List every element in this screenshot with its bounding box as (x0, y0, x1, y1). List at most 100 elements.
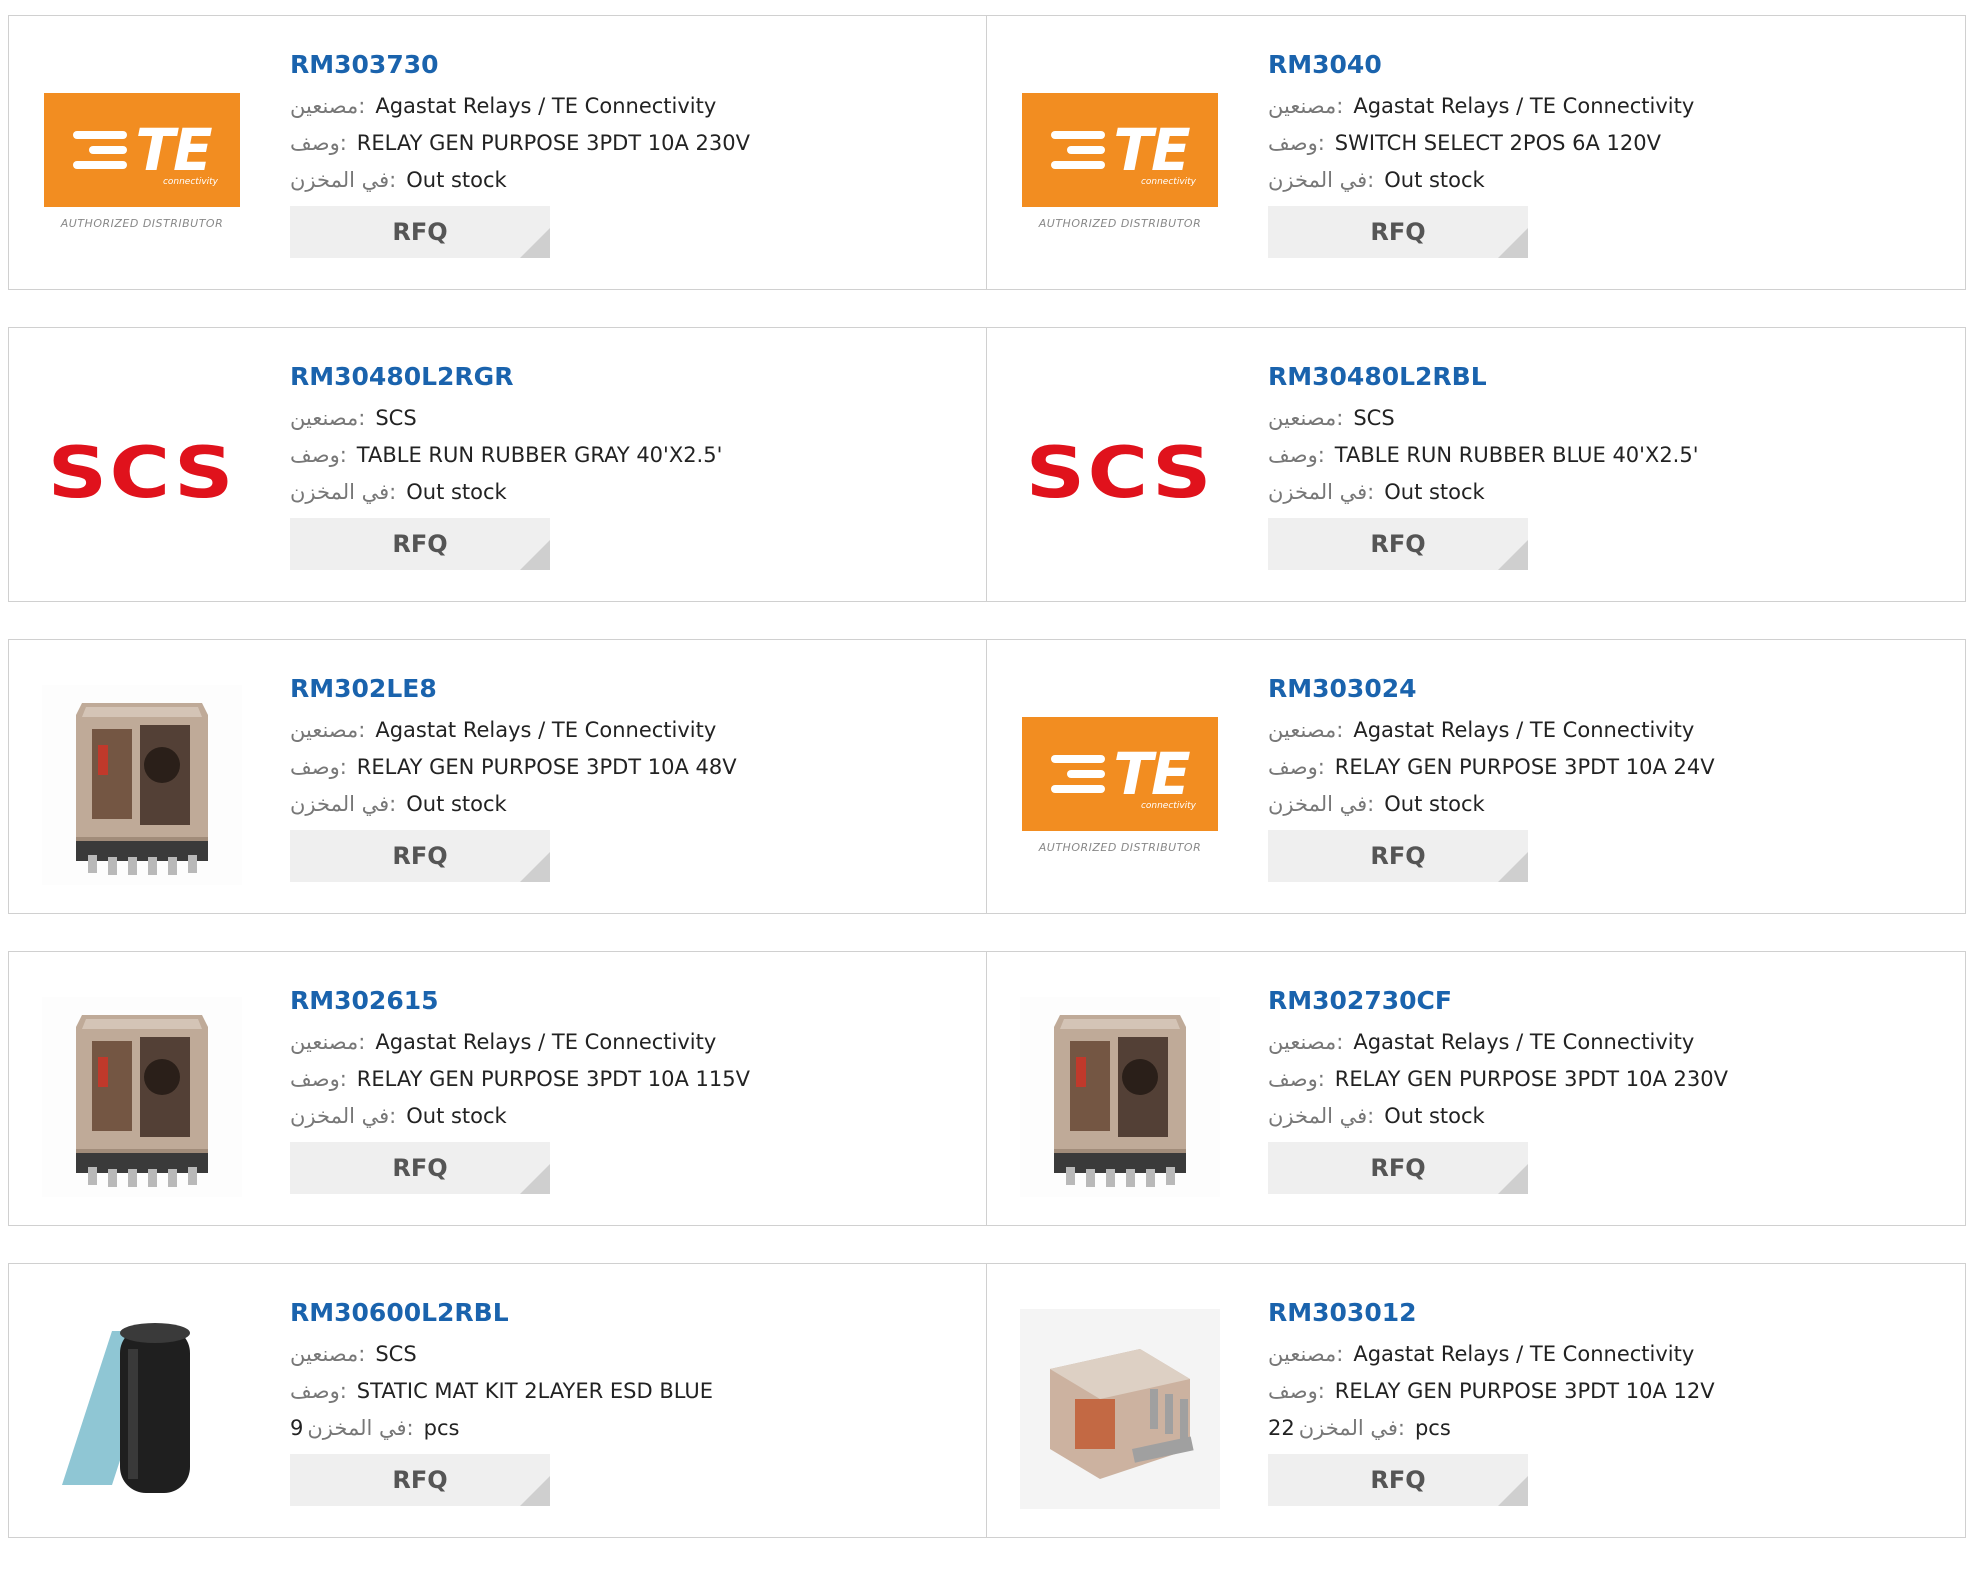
description: وصف: RELAY GEN PURPOSE 3PDT 10A 230V (290, 125, 950, 162)
corner-fold-icon (520, 1164, 550, 1194)
rfq-label: RFQ (392, 530, 448, 558)
description-value: SWITCH SELECT 2POS 6A 120V (1334, 131, 1661, 155)
corner-fold-icon (1498, 852, 1528, 882)
manufacturer-value: Agastat Relays / TE Connectivity (375, 1030, 717, 1054)
product-row: SCS RM30480L2RGR مصنعين: SCS وصف: TABLE RUN … (8, 327, 1966, 602)
manufacturer-value: SCS (375, 406, 417, 430)
stock-label: في المخزن: (1268, 480, 1375, 504)
rfq-button[interactable]: RFQ (290, 518, 550, 570)
product-info: RM303730 مصنعين: Agastat Relays / TE Conne… (290, 42, 950, 258)
product-card: RM302LE8 مصنعين: Agastat Relays / TE Conne… (8, 639, 987, 914)
product-card: TE connectivity AUTHORIZED DISTRIBUTOR R… (987, 639, 1966, 914)
part-number-link[interactable]: RM303730 (290, 42, 950, 88)
stock: في المخزن: Out stock (290, 1098, 950, 1135)
rfq-label: RFQ (1370, 1154, 1426, 1182)
manufacturer-value: Agastat Relays / TE Connectivity (1353, 718, 1695, 742)
product-info: RM303012 مصنعين: Agastat Relays / TE Conne… (1268, 1290, 1928, 1506)
stock: في المخزن: Out stock (290, 474, 950, 511)
rfq-button[interactable]: RFQ (1268, 1142, 1528, 1194)
stock-label: في المخزن: (1268, 1104, 1375, 1128)
rfq-button[interactable]: RFQ (290, 1454, 550, 1506)
part-number-link[interactable]: RM302LE8 (290, 666, 950, 712)
part-number-link[interactable]: RM303024 (1268, 666, 1928, 712)
part-number-link[interactable]: RM3040 (1268, 42, 1928, 88)
part-number-link[interactable]: RM30600L2RBL (290, 1290, 950, 1336)
manufacturer: مصنعين: Agastat Relays / TE Connectivity (290, 712, 950, 749)
product-image[interactable]: TE connectivity AUTHORIZED DISTRIBUTOR (1020, 685, 1220, 885)
relay-photo (1020, 997, 1220, 1197)
stock: 22 في المخزن: pcs (1268, 1410, 1928, 1447)
part-number-link[interactable]: RM30480L2RGR (290, 354, 950, 400)
description-label: وصف: (1268, 1067, 1325, 1091)
rfq-button[interactable]: RFQ (1268, 830, 1528, 882)
product-image[interactable]: SCS (42, 373, 242, 573)
product-card: TE connectivity AUTHORIZED DISTRIBUTOR R… (8, 15, 987, 290)
product-image[interactable] (42, 997, 242, 1197)
description: وصف: RELAY GEN PURPOSE 3PDT 10A 12V (1268, 1373, 1928, 1410)
description-value: RELAY GEN PURPOSE 3PDT 10A 115V (356, 1067, 751, 1091)
description-label: وصف: (290, 1379, 347, 1403)
corner-fold-icon (520, 1476, 550, 1506)
description-label: وصف: (290, 131, 347, 155)
manufacturer: مصنعين: SCS (290, 1336, 950, 1373)
part-number-link[interactable]: RM30480L2RBL (1268, 354, 1928, 400)
stock-value: Out stock (406, 480, 507, 504)
manufacturer-label: مصنعين: (1268, 718, 1344, 742)
stock-unit: pcs (423, 1416, 460, 1440)
product-image[interactable] (1020, 997, 1220, 1197)
product-image[interactable] (42, 685, 242, 885)
part-number-link[interactable]: RM303012 (1268, 1290, 1928, 1336)
product-info: RM30600L2RBL مصنعين: SCS وصف: STATIC MAT KIT… (290, 1290, 950, 1506)
product-row: RM30600L2RBL مصنعين: SCS وصف: STATIC MAT KIT… (8, 1263, 1966, 1538)
rfq-button[interactable]: RFQ (1268, 1454, 1528, 1506)
stock-label: في المخزن: (290, 792, 397, 816)
stock-label: في المخزن: (290, 168, 397, 192)
part-number-link[interactable]: RM302615 (290, 978, 950, 1024)
rfq-button[interactable]: RFQ (1268, 206, 1528, 258)
manufacturer-value: SCS (1353, 406, 1395, 430)
product-row: RM302615 مصنعين: Agastat Relays / TE Conne… (8, 951, 1966, 1226)
product-info: RM30480L2RBL مصنعين: SCS وصف: TABLE RUN RUBB… (1268, 354, 1928, 570)
stock: في المخزن: Out stock (290, 786, 950, 823)
manufacturer-label: مصنعين: (1268, 1030, 1344, 1054)
manufacturer: مصنعين: Agastat Relays / TE Connectivity (1268, 1024, 1928, 1061)
rfq-button[interactable]: RFQ (290, 206, 550, 258)
description: وصف: RELAY GEN PURPOSE 3PDT 10A 24V (1268, 749, 1928, 786)
mat-roll-photo (42, 1309, 242, 1509)
description: وصف: RELAY GEN PURPOSE 3PDT 10A 230V (1268, 1061, 1928, 1098)
relay-photo (42, 997, 242, 1197)
scs-logo: SCS (47, 432, 237, 514)
description-label: وصف: (1268, 131, 1325, 155)
product-image[interactable]: TE connectivity AUTHORIZED DISTRIBUTOR (1020, 61, 1220, 261)
manufacturer-value: Agastat Relays / TE Connectivity (375, 94, 717, 118)
product-image[interactable] (42, 1309, 242, 1509)
stock: في المخزن: Out stock (1268, 474, 1928, 511)
rfq-button[interactable]: RFQ (290, 830, 550, 882)
manufacturer-value: Agastat Relays / TE Connectivity (1353, 1030, 1695, 1054)
rfq-label: RFQ (392, 218, 448, 246)
manufacturer-label: مصنعين: (290, 1342, 366, 1366)
description: وصف: RELAY GEN PURPOSE 3PDT 10A 115V (290, 1061, 950, 1098)
manufacturer: مصنعين: Agastat Relays / TE Connectivity (290, 1024, 950, 1061)
part-number-link[interactable]: RM302730CF (1268, 978, 1928, 1024)
stock-label: في المخزن: (290, 1104, 397, 1128)
product-card: RM30600L2RBL مصنعين: SCS وصف: STATIC MAT KIT… (8, 1263, 987, 1538)
rfq-label: RFQ (1370, 218, 1426, 246)
rfq-label: RFQ (392, 1154, 448, 1182)
corner-fold-icon (520, 852, 550, 882)
product-image[interactable]: SCS (1020, 373, 1220, 573)
product-row: TE connectivity AUTHORIZED DISTRIBUTOR R… (8, 15, 1966, 290)
corner-fold-icon (1498, 1476, 1528, 1506)
rfq-button[interactable]: RFQ (290, 1142, 550, 1194)
stock-label: في المخزن: (1298, 1416, 1405, 1440)
product-image[interactable]: TE connectivity AUTHORIZED DISTRIBUTOR (42, 61, 242, 261)
product-info: RM3040 مصنعين: Agastat Relays / TE Connect… (1268, 42, 1928, 258)
corner-fold-icon (1498, 1164, 1528, 1194)
product-image[interactable] (1020, 1309, 1220, 1509)
rfq-button[interactable]: RFQ (1268, 518, 1528, 570)
manufacturer: مصنعين: Agastat Relays / TE Connectivity (1268, 88, 1928, 125)
product-info: RM30480L2RGR مصنعين: SCS وصف: TABLE RUN RUBB… (290, 354, 950, 570)
corner-fold-icon (1498, 540, 1528, 570)
manufacturer: مصنعين: Agastat Relays / TE Connectivity (290, 88, 950, 125)
product-card: RM302615 مصنعين: Agastat Relays / TE Conne… (8, 951, 987, 1226)
